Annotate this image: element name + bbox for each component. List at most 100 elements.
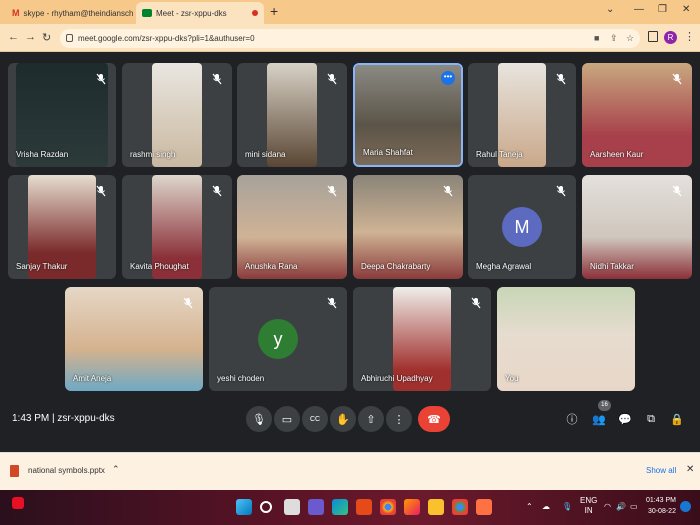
activities-button[interactable]: ⧉ [642, 410, 660, 428]
participant-name: Rahul Taneja [476, 150, 523, 159]
notification-widget-icon[interactable] [12, 497, 24, 509]
present-button[interactable]: ⇧ [358, 406, 384, 432]
meeting-info: 1:43 PM | zsr-xppu-dks [12, 413, 115, 424]
system-clock[interactable]: 01:43 PM 30-08-22 [646, 495, 676, 517]
participant-tile[interactable]: Rahul Taneja [468, 63, 576, 167]
leave-call-button[interactable]: ☎ [418, 406, 450, 432]
tab-meet[interactable]: Meet - zsr-xppu-dks [136, 2, 264, 24]
download-filename[interactable]: national symbols.pptx [28, 466, 105, 475]
camera-button[interactable]: ▭ [274, 406, 300, 432]
reload-button[interactable]: ↻ [42, 31, 51, 44]
captions-icon: CC [309, 415, 321, 423]
url-bar[interactable]: meet.google.com/zsr-xppu-dks?pli=1&authu… [60, 29, 640, 48]
captions-button[interactable]: CC [302, 406, 328, 432]
participant-tile[interactable]: Abhiruchi Upadhyay [353, 287, 491, 391]
back-button[interactable]: ← [8, 31, 19, 43]
participant-tile[interactable]: Deepa Chakrabarty [353, 175, 463, 279]
show-all-link[interactable]: Show all [646, 466, 676, 475]
bookmark-star-icon[interactable]: ☆ [626, 33, 634, 44]
participant-tile-self[interactable]: You [497, 287, 635, 391]
muted-mic-icon [556, 185, 566, 197]
tab-search-icon[interactable]: ⌄ [606, 4, 614, 15]
chevron-up-icon[interactable]: ⌃ [112, 464, 120, 475]
clock-date: 30-08-22 [647, 508, 676, 515]
people-button[interactable]: 👥 [590, 410, 608, 428]
mic-tray-icon[interactable]: 🎙 [562, 502, 572, 511]
more-options-icon[interactable]: ••• [441, 71, 455, 85]
muted-mic-icon [212, 185, 222, 197]
participant-tile-presenter[interactable]: ••• Maria Shahfat [353, 63, 463, 167]
show-hidden-icons-icon[interactable]: ⌃ [526, 502, 533, 511]
close-icon[interactable]: ✕ [686, 464, 694, 475]
participant-name: rashmi singh [130, 150, 176, 159]
language-indicator[interactable]: ENG IN [580, 496, 597, 516]
hand-icon: ✋ [336, 413, 350, 426]
participant-tile[interactable]: Aarsheen Kaur [582, 63, 692, 167]
participant-name: mini sidana [245, 150, 286, 159]
participant-tile[interactable]: Vrisha Razdan [8, 63, 116, 167]
lock-icon[interactable] [66, 34, 73, 42]
participant-name: Nidhi Takkar [590, 262, 634, 271]
chrome-profile-icon[interactable] [452, 499, 468, 515]
task-view-icon[interactable] [284, 499, 300, 515]
address-toolbar: ← → ↻ meet.google.com/zsr-xppu-dks?pli=1… [0, 24, 700, 52]
browser-menu-icon[interactable]: ⋮ [684, 30, 695, 43]
participant-name: Megha Agrawal [476, 262, 532, 271]
wifi-icon[interactable]: ◠ [604, 502, 611, 511]
url-text: meet.google.com/zsr-xppu-dks?pli=1&authu… [78, 34, 255, 43]
participant-tile[interactable]: Sanjay Thakur [8, 175, 116, 279]
muted-mic-icon [327, 73, 337, 85]
battery-icon[interactable]: ▭ [630, 502, 638, 511]
hang-up-icon: ☎ [427, 413, 441, 426]
tab-skype[interactable]: M skype - rhytham@theindiansch ✕ [6, 2, 134, 24]
more-options-button[interactable]: ⋮ [386, 406, 412, 432]
browser-tabbar: M skype - rhytham@theindiansch ✕ Meet - … [0, 0, 700, 24]
chat-button[interactable]: 💬 [616, 410, 634, 428]
chrome-icon[interactable] [380, 499, 396, 515]
teams-icon[interactable] [308, 499, 324, 515]
start-icon[interactable] [236, 499, 252, 515]
raise-hand-button[interactable]: ✋ [330, 406, 356, 432]
microphone-button[interactable]: 🎙 [246, 406, 272, 432]
participant-tile[interactable]: M Megha Agrawal [468, 175, 576, 279]
meeting-time: 1:43 PM [12, 413, 50, 424]
participant-tile[interactable]: Anushka Rana [237, 175, 347, 279]
muted-mic-icon [672, 185, 682, 197]
onedrive-icon[interactable]: ☁ [542, 502, 550, 511]
host-controls-button[interactable]: 🔒 [668, 410, 686, 428]
participant-tile[interactable]: y yeshi choden [209, 287, 347, 391]
tab-skype-title: skype - rhytham@theindiansch [23, 8, 134, 18]
app-icon[interactable] [476, 499, 492, 515]
minimize-button[interactable]: — [634, 4, 644, 15]
participant-tile[interactable]: rashmi singh [122, 63, 232, 167]
close-window-button[interactable]: ✕ [682, 4, 690, 15]
participant-tile[interactable]: Kavita Phoughat [122, 175, 232, 279]
office-icon[interactable] [356, 499, 372, 515]
edge-icon[interactable] [332, 499, 348, 515]
muted-mic-icon [327, 185, 337, 197]
info-icon: ⓘ [566, 414, 578, 426]
notifications-icon[interactable] [680, 501, 691, 512]
forward-button[interactable]: → [25, 31, 36, 43]
firefox-icon[interactable] [404, 499, 420, 515]
volume-icon[interactable]: 🔊 [616, 502, 626, 511]
clock-time: 01:43 PM [646, 497, 676, 504]
meeting-details-button[interactable]: ⓘ [563, 410, 581, 428]
new-tab-button[interactable]: + [270, 3, 278, 19]
camera-in-use-icon[interactable]: ■ [594, 33, 599, 43]
share-icon[interactable]: ⇪ [610, 33, 618, 44]
participant-tile[interactable]: Amit Aneja [65, 287, 203, 391]
sidebar-icon[interactable] [648, 31, 658, 42]
language-code: ENG [580, 496, 598, 505]
present-icon: ⇧ [366, 413, 376, 426]
participant-name: Kavita Phoughat [130, 262, 189, 271]
region-code: IN [584, 506, 593, 515]
file-explorer-icon[interactable] [428, 499, 444, 515]
restore-button[interactable]: ❐ [658, 4, 667, 15]
participant-tile[interactable]: mini sidana [237, 63, 347, 167]
download-bar: national symbols.pptx ⌃ Show all ✕ [0, 452, 700, 490]
participant-tile[interactable]: Nidhi Takkar [582, 175, 692, 279]
profile-avatar[interactable]: R [664, 31, 677, 44]
participant-avatar: M [502, 207, 542, 247]
search-icon[interactable] [260, 501, 272, 513]
